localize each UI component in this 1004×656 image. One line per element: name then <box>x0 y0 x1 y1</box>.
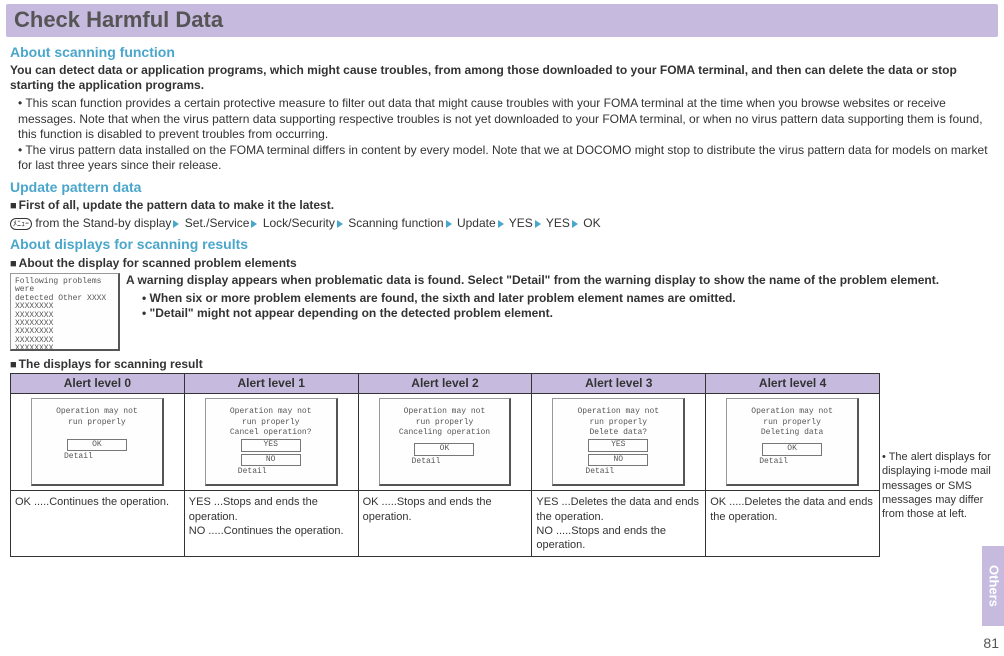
desc-3: YES ...Deletes the data and ends the ope… <box>532 491 706 557</box>
side-note: • The alert displays for displaying i-mo… <box>882 450 994 521</box>
warn-text: A warning display appears when problemat… <box>126 273 994 289</box>
scanning-heading: About scanning function <box>10 43 994 61</box>
btn-no: NO <box>241 454 301 466</box>
desc-2: OK .....Stops and ends the operation. <box>358 491 532 557</box>
l3: Cancel operation? <box>208 428 334 438</box>
l2: run properly <box>208 418 334 428</box>
arrow-icon <box>498 220 504 228</box>
path-2: Lock/Security <box>263 216 335 230</box>
side-tab: Others <box>982 546 1004 626</box>
l3: Deleting data <box>729 428 855 438</box>
arrow-icon <box>251 220 257 228</box>
desc-1: YES ...Stops and ends the operation. NO … <box>184 491 358 557</box>
desc-4: OK .....Deletes the data and ends the op… <box>706 491 880 557</box>
btn-yes: YES <box>588 439 648 451</box>
path-7: OK <box>583 216 600 230</box>
warn-bullet-0: When six or more problem elements are fo… <box>142 291 994 307</box>
btn-ok: OK <box>414 443 474 455</box>
detail: Detail <box>412 457 508 467</box>
results-sub2: The displays for scanning result <box>10 357 994 373</box>
warn-bullet-1: "Detail" might not appear depending on t… <box>142 306 994 322</box>
path-3: Scanning function <box>348 216 443 230</box>
detail: Detail <box>759 457 855 467</box>
l1: Operation may not <box>208 407 334 417</box>
detail: Detail <box>238 467 334 477</box>
l1: Operation may not <box>729 407 855 417</box>
mock-problem-screen: Following problems were detected Other X… <box>10 273 120 351</box>
alert-screen-0: Operation may not run properly OK Detail <box>31 398 164 486</box>
btn-ok: OK <box>762 443 822 455</box>
detail: Detail <box>585 467 681 477</box>
update-heading: Update pattern data <box>10 178 994 196</box>
arrow-icon <box>337 220 343 228</box>
scanning-bullet-1: The virus pattern data installed on the … <box>18 143 994 174</box>
path-6: YES <box>546 216 570 230</box>
arrow-icon <box>173 220 179 228</box>
l2: run properly <box>382 418 508 428</box>
btn-no: NO <box>588 454 648 466</box>
results-sub1: About the display for scanned problem el… <box>10 256 994 272</box>
scan-result-table: Alert level 0 Alert level 1 Alert level … <box>10 373 880 558</box>
alert-screen-3: Operation may not run properly Delete da… <box>552 398 685 486</box>
scanning-bullet-0: This scan function provides a certain pr… <box>18 96 994 143</box>
l3: Canceling operation <box>382 428 508 438</box>
page-number: 81 <box>983 634 999 652</box>
arrow-icon <box>446 220 452 228</box>
desc-0: OK .....Continues the operation. <box>11 491 185 557</box>
l2: run properly <box>555 418 681 428</box>
l1: Operation may not <box>555 407 681 417</box>
arrow-icon <box>572 220 578 228</box>
btn-yes: YES <box>241 439 301 451</box>
alert-screen-4: Operation may not run properly Deleting … <box>726 398 859 486</box>
mock-line1: Following problems were <box>15 278 114 295</box>
th-1: Alert level 1 <box>184 373 358 394</box>
scanning-intro: You can detect data or application progr… <box>10 63 994 94</box>
alert-screen-2: Operation may not run properly Canceling… <box>379 398 512 486</box>
l1: Operation may not <box>34 407 160 417</box>
update-path: ﾒﾆｭｰ from the Stand-by display Set./Serv… <box>10 216 994 232</box>
path-5: YES <box>509 216 533 230</box>
th-3: Alert level 3 <box>532 373 706 394</box>
page-title: Check Harmful Data <box>6 4 998 37</box>
btn-ok: OK <box>67 439 127 451</box>
alert-screen-1: Operation may not run properly Cancel op… <box>205 398 338 486</box>
path-0: from the Stand-by display <box>35 216 171 230</box>
th-4: Alert level 4 <box>706 373 880 394</box>
th-0: Alert level 0 <box>11 373 185 394</box>
l2: run properly <box>34 418 160 428</box>
menu-icon: ﾒﾆｭｰ <box>10 218 32 230</box>
arrow-icon <box>535 220 541 228</box>
results-heading: About displays for scanning results <box>10 235 994 253</box>
l3: Delete data? <box>555 428 681 438</box>
mock-name-5: XXXXXXXX <box>15 345 114 353</box>
update-subhead: First of all, update the pattern data to… <box>10 198 994 214</box>
path-4: Update <box>457 216 496 230</box>
th-2: Alert level 2 <box>358 373 532 394</box>
l1: Operation may not <box>382 407 508 417</box>
path-1: Set./Service <box>185 216 250 230</box>
detail: Detail <box>64 452 160 462</box>
l2: run properly <box>729 418 855 428</box>
